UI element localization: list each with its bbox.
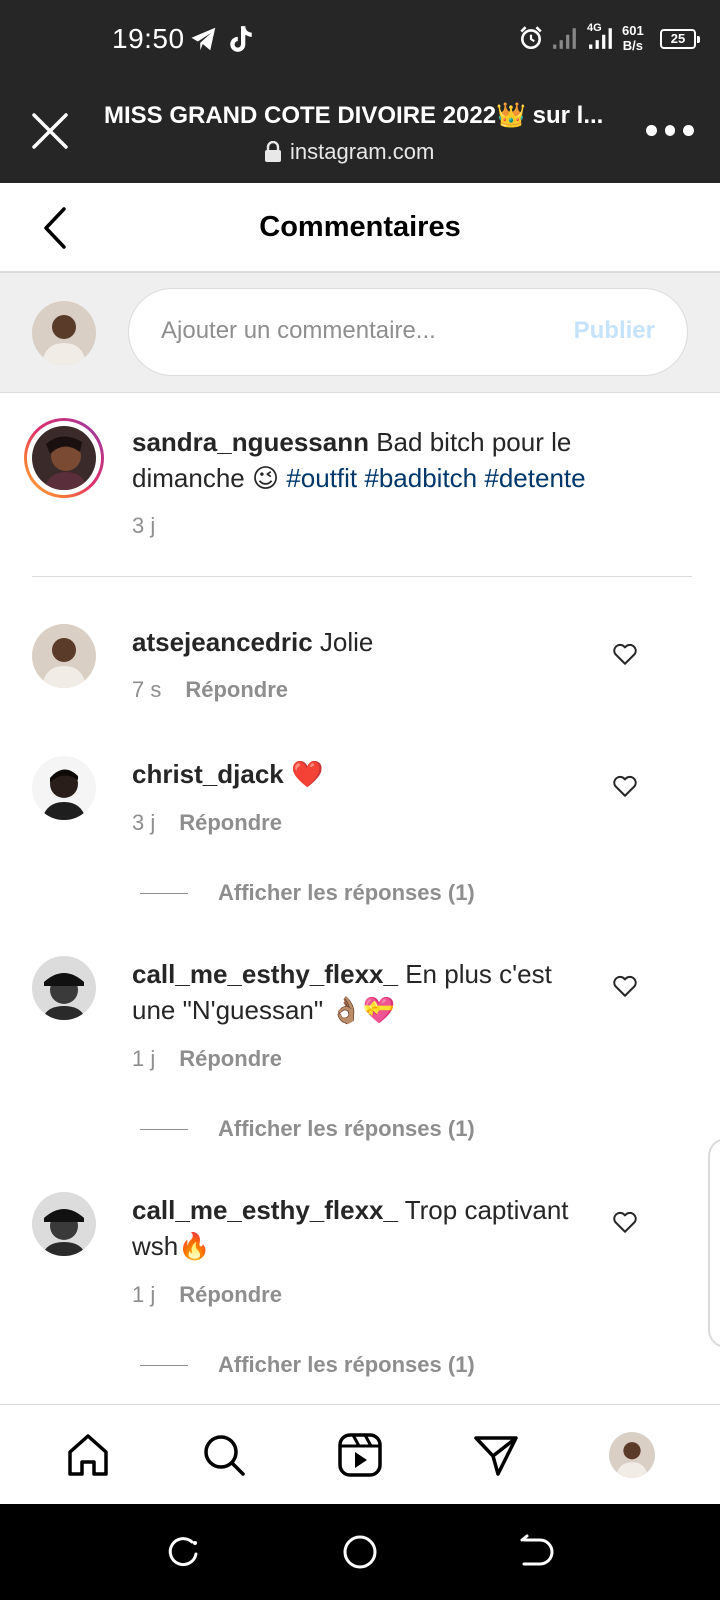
- tiktok-icon: [230, 26, 252, 52]
- publish-button[interactable]: Publier: [574, 317, 655, 345]
- replies-line: [140, 1128, 188, 1130]
- status-time: 19:50: [112, 23, 185, 54]
- caption-timestamp: 3 j: [132, 513, 156, 538]
- reply-button[interactable]: Répondre: [179, 1282, 282, 1308]
- close-icon[interactable]: [30, 111, 70, 151]
- page-title: MISS GRAND COTE DIVOIRE 2022👑 sur l...: [104, 102, 604, 129]
- comment-meta: 1 j Répondre: [132, 1046, 282, 1072]
- hashtag[interactable]: #badbitch: [364, 463, 477, 493]
- avatar[interactable]: [32, 756, 96, 820]
- post-caption: sandra_nguessann Bad bitch pour le diman…: [132, 424, 672, 496]
- reply-button[interactable]: Répondre: [185, 677, 288, 703]
- reply-button[interactable]: Répondre: [179, 1046, 282, 1072]
- avatar[interactable]: [32, 624, 96, 688]
- comments-header: Commentaires: [0, 183, 720, 273]
- comment-time: 7 s: [132, 677, 162, 702]
- direct-icon[interactable]: [470, 1429, 522, 1481]
- comment-meta: 3 j Répondre: [132, 810, 282, 836]
- comment-body: Jolie: [319, 627, 374, 657]
- divider: [32, 576, 692, 577]
- reels-icon[interactable]: [334, 1429, 386, 1481]
- home-icon[interactable]: [62, 1429, 114, 1481]
- replies-line: [140, 892, 188, 894]
- bottom-navigation: [0, 1404, 720, 1504]
- view-replies-label[interactable]: Afficher les réponses (1): [218, 1352, 475, 1378]
- reply-button[interactable]: Répondre: [179, 810, 282, 836]
- heart-icon[interactable]: [612, 774, 638, 798]
- system-navigation: [0, 1504, 720, 1600]
- profile-avatar[interactable]: [606, 1429, 658, 1481]
- signal-1-icon: [553, 28, 576, 49]
- comment-placeholder: Ajouter un commentaire...: [161, 317, 436, 344]
- comments-title: Commentaires: [259, 211, 461, 243]
- back-icon[interactable]: [518, 1534, 554, 1570]
- comment-time: 3 j: [132, 810, 156, 835]
- alarm-icon: [520, 26, 542, 50]
- browser-header: 19:50 4G 601 B/s 25 MISS GRAND COTE DIVO…: [0, 0, 720, 183]
- comment-composer: Ajouter un commentaire... Publier: [0, 273, 720, 393]
- comment-time: 1 j: [132, 1282, 156, 1307]
- comment-body: ❤️: [290, 759, 324, 789]
- view-replies-button[interactable]: Afficher les réponses (1): [140, 1352, 475, 1378]
- battery-indicator: 25: [660, 29, 700, 49]
- avatar: [32, 301, 96, 365]
- comment-text: christ_djack ❤️: [132, 756, 582, 792]
- story-ring[interactable]: [24, 418, 104, 498]
- comment-meta: 1 j Répondre: [132, 1282, 282, 1308]
- url-bar: instagram.com: [264, 137, 434, 167]
- view-replies-label[interactable]: Afficher les réponses (1): [218, 880, 475, 906]
- signal-2-icon: [589, 28, 612, 49]
- avatar[interactable]: [32, 956, 96, 1020]
- recents-icon[interactable]: [166, 1534, 202, 1570]
- caption-emoji: 😉: [251, 463, 280, 493]
- comment-input[interactable]: Ajouter un commentaire... Publier: [128, 288, 688, 376]
- comment-username[interactable]: christ_djack: [132, 759, 284, 789]
- avatar: [32, 426, 96, 490]
- heart-icon[interactable]: [612, 642, 638, 666]
- comment-meta: 7 s Répondre: [132, 677, 288, 703]
- comment-text: call_me_esthy_flexx_ Trop captivant wsh🔥: [132, 1192, 582, 1264]
- comment-username[interactable]: call_me_esthy_flexx_: [132, 1195, 398, 1225]
- hashtag[interactable]: #outfit: [286, 463, 357, 493]
- comment-text: atsejeancedric Jolie: [132, 624, 582, 660]
- heart-icon[interactable]: [612, 974, 638, 998]
- caption-username[interactable]: sandra_nguessann: [132, 427, 369, 457]
- lock-icon: [265, 141, 281, 162]
- comment-time: 1 j: [132, 1046, 156, 1071]
- heart-icon[interactable]: [612, 1210, 638, 1234]
- telegram-icon: [191, 27, 216, 51]
- status-bar: 19:50 4G 601 B/s 25: [0, 0, 720, 80]
- comment-text: call_me_esthy_flexx_ En plus c'est une "…: [132, 956, 582, 1028]
- url-text: instagram.com: [290, 139, 435, 164]
- more-options-icon[interactable]: [646, 120, 695, 140]
- search-icon[interactable]: [198, 1429, 250, 1481]
- replies-line: [140, 1364, 188, 1366]
- side-panel-handle[interactable]: [708, 1138, 720, 1348]
- hashtag[interactable]: #detente: [484, 463, 585, 493]
- comment-username[interactable]: atsejeancedric: [132, 627, 313, 657]
- view-replies-button[interactable]: Afficher les réponses (1): [140, 1116, 475, 1142]
- view-replies-label[interactable]: Afficher les réponses (1): [218, 1116, 475, 1142]
- home-circle-icon[interactable]: [342, 1534, 378, 1570]
- network-speed: 601 B/s: [622, 23, 644, 53]
- avatar[interactable]: [32, 1192, 96, 1256]
- comment-username[interactable]: call_me_esthy_flexx_: [132, 959, 398, 989]
- view-replies-button[interactable]: Afficher les réponses (1): [140, 880, 475, 906]
